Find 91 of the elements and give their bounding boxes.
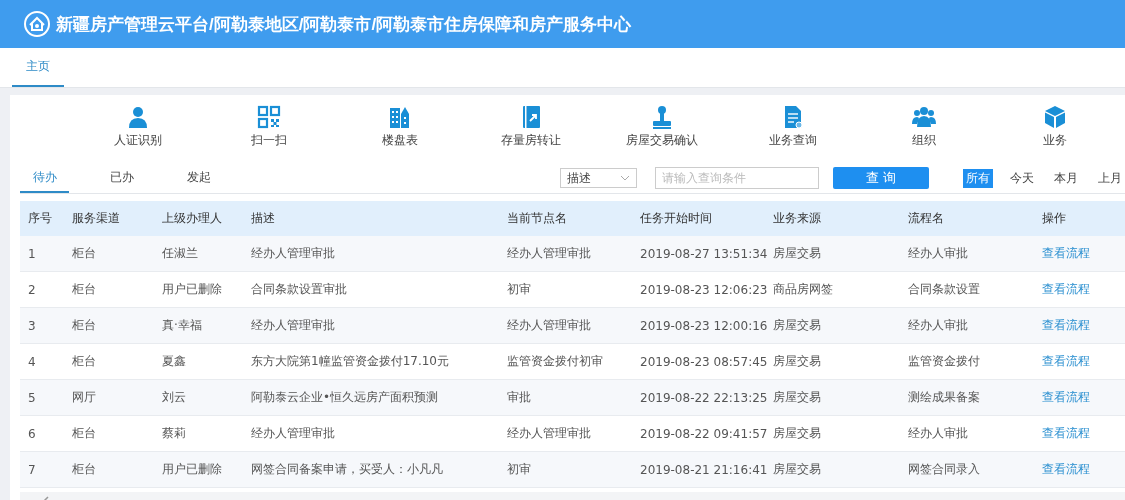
table-cell: 3 — [20, 307, 64, 344]
column-header: 操作 — [1034, 201, 1125, 236]
table-cell: 经办人审批 — [900, 307, 1034, 344]
table-cell: 合同条款设置 — [900, 271, 1034, 308]
view-process-link[interactable]: 查看流程 — [1042, 354, 1090, 368]
table-cell: 2019-08-23 08:57:45 — [632, 343, 765, 380]
table-cell: 监管资金拨付 — [900, 343, 1034, 380]
table-cell: 经办人管理审批 — [499, 236, 632, 272]
column-header: 业务来源 — [765, 201, 900, 236]
table-cell: 经办人审批 — [900, 415, 1034, 452]
field-select[interactable]: 描述 — [559, 168, 638, 188]
table-cell: 2 — [20, 271, 64, 308]
table-cell: 刘云 — [154, 379, 243, 416]
table-cell: 7 — [20, 451, 64, 488]
chevron-down-icon — [620, 175, 631, 181]
column-header: 描述 — [243, 201, 499, 236]
table-cell: 真·幸福 — [154, 307, 243, 344]
shortcut-label[interactable]: 楼盘表 — [381, 132, 418, 149]
table-cell: 柜台 — [64, 271, 154, 308]
column-header: 当前节点名 — [499, 201, 632, 236]
table-cell: 经办人管理审批 — [499, 307, 632, 344]
period-filter[interactable]: 上月 — [1095, 168, 1125, 188]
table-cell: 测绘成果备案 — [900, 379, 1034, 416]
table-cell: 经办人管理审批 — [499, 415, 632, 452]
table-cell: 柜台 — [64, 236, 154, 272]
shortcut-label[interactable]: 房屋交易确认 — [625, 132, 698, 149]
shortcut-label[interactable]: 存量房转让 — [500, 132, 561, 149]
table-cell: 用户已删除 — [154, 271, 243, 308]
buildings-icon[interactable] — [387, 105, 412, 129]
table-cell: 2019-08-22 22:13:25 — [632, 379, 765, 416]
table-cell: 柜台 — [64, 451, 154, 488]
table-cell: 房屋交易 — [765, 379, 900, 416]
shortcut-label[interactable]: 扫一扫 — [250, 132, 287, 149]
table-cell: 房屋交易 — [765, 343, 900, 380]
table-cell: 经办人审批 — [900, 236, 1034, 272]
column-header: 序号 — [20, 201, 64, 236]
table-cell: 合同条款设置审批 — [243, 271, 499, 308]
table-cell: 网签合同录入 — [900, 451, 1034, 488]
column-header: 任务开始时间 — [632, 201, 765, 236]
table-cell: 2019-08-21 21:16:41 — [632, 451, 765, 488]
table-cell: 4 — [20, 343, 64, 380]
view-process-link[interactable]: 查看流程 — [1042, 426, 1090, 440]
period-filter[interactable]: 今天 — [1007, 168, 1037, 188]
platform-title: 新疆房产管理云平台/阿勒泰地区/阿勒泰市/阿勒泰市住房保障和房产服务中心 — [56, 13, 632, 36]
table-cell: 任淑兰 — [154, 236, 243, 272]
table-cell: 2019-08-23 12:06:23 — [632, 271, 765, 308]
task-tab[interactable]: 待办 — [20, 163, 70, 193]
table-cell: 阿勒泰云企业•恒久远房产面积预测 — [243, 379, 499, 416]
column-header: 上级办理人 — [154, 201, 243, 236]
table-cell: 柜台 — [64, 343, 154, 380]
table-cell: 夏鑫 — [154, 343, 243, 380]
view-process-link[interactable]: 查看流程 — [1042, 282, 1090, 296]
table-cell: 房屋交易 — [765, 451, 900, 488]
table-cell: 2019-08-22 09:41:57 — [632, 415, 765, 452]
table-cell: 6 — [20, 415, 64, 452]
cube-icon[interactable] — [1042, 105, 1067, 129]
table-cell: 网签合同备案申请，买受人：小凡凡 — [243, 451, 499, 488]
table-cell: 2019-08-27 13:51:34 — [632, 236, 765, 272]
view-process-link[interactable]: 查看流程 — [1042, 318, 1090, 332]
table-cell: 监管资金拨付初审 — [499, 343, 632, 380]
shortcut-label[interactable]: 人证识别 — [113, 132, 162, 149]
table-cell: 柜台 — [64, 415, 154, 452]
column-header: 流程名 — [900, 201, 1034, 236]
table-cell: 柜台 — [64, 307, 154, 344]
table-cell: 5 — [20, 379, 64, 416]
table-cell: 网厅 — [64, 379, 154, 416]
table-cell: 2019-08-23 12:00:16 — [632, 307, 765, 344]
shortcut-label[interactable]: 组织 — [911, 132, 936, 149]
search-field[interactable]: 请输入查询条件 — [655, 167, 820, 189]
task-tab[interactable]: 已办 — [97, 163, 147, 193]
table-cell: 东方大院第1幢监管资金拨付17.10元 — [243, 343, 499, 380]
house-logo-icon — [24, 11, 50, 37]
shortcut-label[interactable]: 业务查询 — [768, 132, 817, 149]
table-cell: 经办人管理审批 — [243, 236, 499, 272]
view-process-link[interactable]: 查看流程 — [1042, 390, 1090, 404]
shortcut-label[interactable]: 业务 — [1042, 132, 1067, 149]
period-filter[interactable]: 本月 — [1051, 168, 1081, 188]
task-tab[interactable]: 发起 — [174, 163, 224, 193]
table-cell: 1 — [20, 236, 64, 272]
table-cell: 初审 — [499, 271, 632, 308]
view-process-link[interactable]: 查看流程 — [1042, 462, 1090, 476]
column-header: 服务渠道 — [64, 201, 154, 236]
qr-code-icon[interactable] — [256, 105, 281, 129]
table-cell: 审批 — [499, 379, 632, 416]
home-tab[interactable]: 主页 — [12, 48, 64, 87]
table-cell: 初审 — [499, 451, 632, 488]
people-icon[interactable] — [911, 105, 936, 129]
table-cell: 经办人管理审批 — [243, 307, 499, 344]
table-cell: 蔡莉 — [154, 415, 243, 452]
table-cell: 经办人管理审批 — [243, 415, 499, 452]
table-cell: 用户已删除 — [154, 451, 243, 488]
